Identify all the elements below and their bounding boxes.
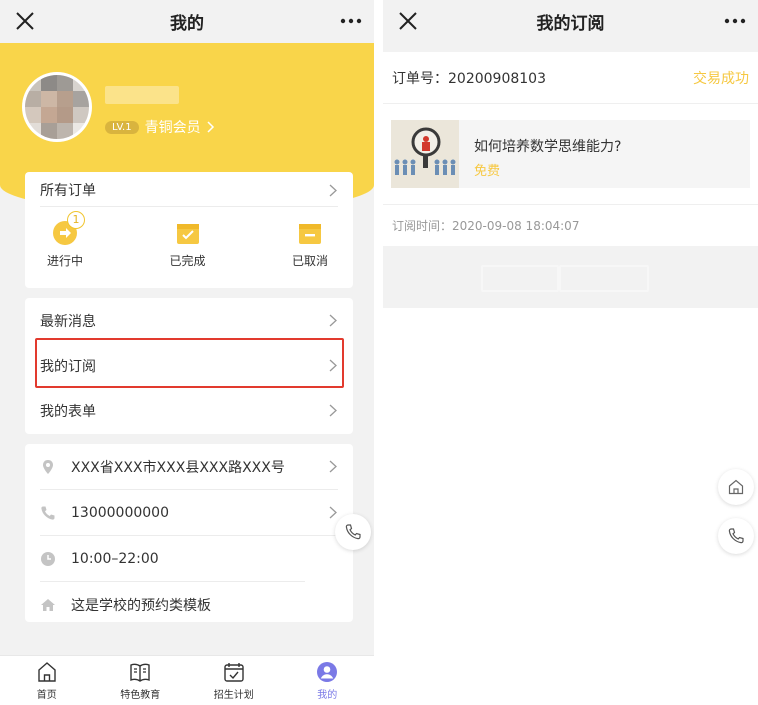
order-status: 交易成功	[693, 70, 749, 87]
action-area	[383, 246, 758, 308]
menu-item-latest-news[interactable]: 最新消息	[25, 298, 353, 343]
profile-tab-icon	[317, 661, 338, 682]
order-status-label: 进行中	[46, 254, 83, 268]
order-status-label: 已取消	[291, 254, 328, 268]
home-float-button[interactable]	[718, 469, 754, 505]
order-status-completed[interactable]: 已完成	[168, 220, 208, 269]
hours-row: 10:00–22:00	[25, 536, 353, 581]
hours-text: 10:00–22:00	[71, 550, 159, 567]
description-row: 这是学校的预约类模板	[25, 582, 353, 627]
page-title: 我的	[170, 14, 204, 34]
order-count-badge: 1	[67, 211, 85, 229]
screen-divider	[374, 0, 383, 705]
bottom-tab-bar: 首页 特色教育 招生计划 我的	[0, 655, 374, 705]
chevron-right-icon	[329, 460, 337, 473]
home-icon	[41, 598, 55, 611]
magnifier-people-image	[391, 120, 459, 188]
order-header: 订单号：20200908103 交易成功	[383, 52, 758, 104]
page-title: 我的订阅	[536, 14, 605, 34]
member-level[interactable]: LV.1 青铜会员	[105, 117, 215, 137]
product-title: 如何培养数学思维能力?	[474, 139, 622, 155]
address-row[interactable]: XXX省XXX市XXX县XXX路XXX号	[25, 444, 353, 489]
avatar[interactable]	[22, 72, 92, 142]
action-button-placeholder[interactable]	[559, 265, 649, 292]
phone-float-button[interactable]	[335, 514, 371, 550]
chevron-right-icon	[329, 404, 337, 417]
tab-home[interactable]: 首页	[0, 656, 94, 705]
orders-card: 所有订单 1 进行中 已完成 已取消	[25, 172, 353, 288]
phone-float-button[interactable]	[718, 518, 754, 554]
product-item[interactable]: 如何培养数学思维能力? 免费	[391, 120, 750, 188]
home-tab-icon	[38, 661, 56, 682]
all-orders-label: 所有订单	[40, 183, 96, 199]
order-number: 订单号：20200908103	[392, 70, 546, 87]
chevron-right-icon	[329, 184, 337, 196]
level-badge: LV.1	[105, 120, 139, 134]
calendar-tab-icon	[224, 662, 244, 682]
title-bar: 我的订阅	[383, 0, 758, 43]
chevron-right-icon	[329, 314, 337, 327]
tab-enrollment-plan[interactable]: 招生计划	[187, 656, 281, 705]
home-icon	[728, 479, 744, 495]
book-tab-icon	[130, 663, 150, 682]
more-icon[interactable]	[724, 18, 746, 24]
menu-item-label: 最新消息	[40, 313, 96, 330]
product-price: 免费	[474, 164, 501, 179]
all-orders-row[interactable]: 所有订单	[25, 172, 353, 206]
tab-featured-education[interactable]: 特色教育	[94, 656, 188, 705]
order-detail: 订单号：20200908103 交易成功 如何培养数学思维能力? 免费 订阅时间…	[383, 43, 758, 705]
subscription-screen: 我的订阅 订单号：20200908103 交易成功 如何培养数学思维能力? 免费…	[383, 0, 758, 705]
tab-mine[interactable]: 我的	[281, 656, 375, 705]
phone-icon	[345, 524, 361, 540]
tab-label: 招生计划	[213, 689, 254, 701]
tab-label: 首页	[36, 689, 57, 701]
username-blurred	[105, 86, 179, 104]
tab-label: 特色教育	[120, 689, 161, 701]
order-status-label: 已完成	[169, 254, 206, 268]
close-icon[interactable]	[14, 10, 36, 32]
cancelled-icon	[299, 224, 321, 244]
product-thumbnail	[391, 120, 459, 188]
close-icon[interactable]	[397, 10, 419, 32]
chevron-right-icon	[207, 121, 214, 133]
tab-label: 我的	[317, 689, 338, 701]
highlight-box	[35, 338, 344, 388]
action-button-placeholder[interactable]	[481, 265, 559, 292]
address-text: XXX省XXX市XXX县XXX路XXX号	[71, 459, 285, 476]
subscribe-time: 订阅时间：2020-09-08 18:04:07	[383, 204, 758, 246]
completed-icon	[176, 224, 199, 244]
menu-item-label: 我的表单	[40, 403, 96, 420]
clock-icon	[41, 551, 55, 566]
chevron-right-icon	[329, 506, 337, 519]
phone-text: 13000000000	[71, 504, 169, 521]
member-label: 青铜会员	[144, 120, 201, 136]
title-bar: 我的	[0, 0, 374, 43]
profile-screen: 我的 LV.1 青铜会员 所有订单 1 进行中 已完成 已取消 最新消息 我的订…	[0, 0, 374, 705]
menu-item-my-forms[interactable]: 我的表单	[25, 388, 353, 433]
description-text: 这是学校的预约类模板	[71, 597, 211, 614]
more-icon[interactable]	[340, 18, 362, 24]
phone-icon	[41, 506, 55, 520]
school-info-card: XXX省XXX市XXX县XXX路XXX号 13000000000 10:00–2…	[25, 444, 353, 622]
order-status-in-progress[interactable]: 1 进行中	[45, 211, 85, 269]
order-status-cancelled[interactable]: 已取消	[290, 220, 330, 269]
phone-icon	[728, 528, 744, 544]
location-icon	[43, 459, 53, 474]
phone-row[interactable]: 13000000000	[25, 490, 353, 535]
